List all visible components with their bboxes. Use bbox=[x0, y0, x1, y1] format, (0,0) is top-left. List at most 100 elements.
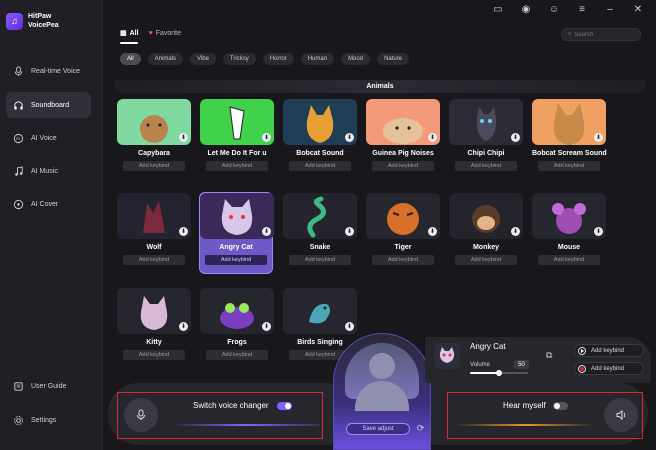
headphones-icon bbox=[13, 100, 24, 111]
loop-icon[interactable]: ⧉ bbox=[546, 350, 557, 361]
sound-card[interactable]: ⬇ Monkey Add keybind bbox=[449, 193, 523, 265]
sidebar-item-realtime-voice[interactable]: Real-time Voice bbox=[6, 58, 91, 84]
sound-card[interactable]: ⬇ Let Me Do It For u Add keybind bbox=[200, 99, 274, 171]
download-icon[interactable]: ⬇ bbox=[345, 322, 354, 331]
download-icon[interactable]: ⬇ bbox=[262, 133, 271, 142]
volume-slider[interactable] bbox=[470, 370, 528, 376]
download-icon[interactable]: ⬇ bbox=[345, 227, 354, 236]
chip-human[interactable]: Human bbox=[300, 53, 335, 65]
sound-card[interactable]: ⬇ Chipi Chipi Add keybind bbox=[449, 99, 523, 171]
chip-mood[interactable]: Mood bbox=[341, 53, 371, 65]
tab-favorite[interactable]: ♥ Favorite bbox=[149, 29, 181, 37]
sound-thumbnail[interactable]: ⬇ bbox=[117, 288, 191, 334]
keybind-play-button[interactable]: Add keybind bbox=[574, 344, 644, 357]
add-keybind-button[interactable]: Add keybind bbox=[455, 161, 517, 171]
chip-all[interactable]: All bbox=[120, 53, 141, 65]
sound-thumbnail[interactable]: ⬇ bbox=[200, 193, 274, 239]
download-icon[interactable]: ⬇ bbox=[179, 322, 188, 331]
save-adjust-button[interactable]: Save adjust bbox=[346, 423, 410, 435]
chip-horror[interactable]: Horror bbox=[262, 53, 294, 65]
sound-card[interactable]: ⬇ Frogs Add keybind bbox=[200, 288, 274, 360]
sound-thumbnail[interactable]: ⬇ bbox=[200, 99, 274, 145]
download-icon[interactable]: ⬇ bbox=[179, 227, 188, 236]
add-keybind-button[interactable]: Add keybind bbox=[123, 161, 185, 171]
sidebar-item-ai-voice[interactable]: AI AI Voice bbox=[6, 125, 91, 151]
gear-icon bbox=[13, 415, 24, 426]
sound-thumbnail[interactable]: ⬇ bbox=[283, 288, 357, 334]
chip-vibe[interactable]: Vibe bbox=[190, 53, 216, 65]
sound-thumbnail[interactable]: ⬇ bbox=[283, 99, 357, 145]
sound-name: Mouse bbox=[557, 244, 581, 251]
download-icon[interactable]: ⬇ bbox=[179, 133, 188, 142]
sidebar-item-ai-music[interactable]: AI Music bbox=[6, 158, 91, 184]
sound-thumbnail[interactable]: ⬇ bbox=[117, 99, 191, 145]
add-keybind-button[interactable]: Add keybind bbox=[205, 255, 267, 265]
sound-thumbnail[interactable]: ⬇ bbox=[532, 99, 606, 145]
sound-thumbnail[interactable]: ⬇ bbox=[366, 99, 440, 145]
refresh-icon[interactable]: ⟳ bbox=[415, 423, 426, 434]
sound-thumbnail[interactable]: ⬇ bbox=[532, 193, 606, 239]
volume-knob[interactable] bbox=[496, 370, 502, 376]
tab-all[interactable]: ▦ All bbox=[120, 29, 139, 38]
sound-thumbnail[interactable]: ⬇ bbox=[449, 99, 523, 145]
chip-tricksy[interactable]: Tricksy bbox=[222, 53, 256, 65]
menu-icon[interactable]: ≡ bbox=[576, 3, 588, 15]
sidebar-item-settings[interactable]: Settings bbox=[6, 407, 91, 433]
sound-card[interactable]: ⬇ Capybara Add keybind bbox=[117, 99, 191, 171]
close-icon[interactable]: ✕ bbox=[632, 3, 644, 15]
add-keybind-button[interactable]: Add keybind bbox=[538, 161, 600, 171]
chip-animals[interactable]: Animals bbox=[147, 53, 184, 65]
add-keybind-button[interactable]: Add keybind bbox=[289, 161, 351, 171]
sound-card[interactable]: ⬇ Tiger Add keybind bbox=[366, 193, 440, 265]
minimize-icon[interactable]: – bbox=[604, 3, 616, 15]
add-keybind-button[interactable]: Add keybind bbox=[123, 350, 185, 360]
sidebar-item-ai-cover[interactable]: AI Cover bbox=[6, 191, 91, 217]
sound-name: Angry Cat bbox=[219, 244, 253, 251]
sound-card[interactable]: ⬇ Kitty Add keybind bbox=[117, 288, 191, 360]
section-title: Animals bbox=[115, 80, 645, 93]
sidebar-item-label: AI Music bbox=[31, 167, 58, 175]
add-keybind-button[interactable]: Add keybind bbox=[455, 255, 517, 265]
add-keybind-button[interactable]: Add keybind bbox=[206, 161, 268, 171]
download-icon[interactable]: ⬇ bbox=[511, 133, 520, 142]
sound-card[interactable]: ⬇ Mouse Add keybind bbox=[532, 193, 606, 265]
download-icon[interactable]: ⬇ bbox=[262, 227, 271, 236]
sound-thumbnail[interactable]: ⬇ bbox=[117, 193, 191, 239]
add-keybind-button[interactable]: Add keybind bbox=[538, 255, 600, 265]
sound-thumbnail[interactable]: ⬇ bbox=[449, 193, 523, 239]
add-keybind-button[interactable]: Add keybind bbox=[372, 255, 434, 265]
chip-nature[interactable]: Nature bbox=[377, 53, 410, 65]
sound-card[interactable]: ⬇ Wolf Add keybind bbox=[117, 193, 191, 265]
keybind-stop-button[interactable]: Add keybind bbox=[574, 362, 644, 375]
add-keybind-button[interactable]: Add keybind bbox=[372, 161, 434, 171]
sound-card[interactable]: ⬇ Guinea Pig Noises Add keybind bbox=[366, 99, 440, 171]
add-keybind-button[interactable]: Add keybind bbox=[206, 350, 268, 360]
sound-name: Wolf bbox=[146, 244, 162, 251]
download-icon[interactable]: ⬇ bbox=[345, 133, 354, 142]
sound-card[interactable]: ⬇ Angry Cat Add keybind bbox=[199, 192, 274, 274]
download-icon[interactable]: ⬇ bbox=[428, 133, 437, 142]
sidebar-item-user-guide[interactable]: User Guide bbox=[6, 373, 91, 399]
app-window: ♫ HitPaw VoicePea Real-time Voice Soundb… bbox=[0, 0, 656, 450]
download-icon[interactable]: ⬇ bbox=[511, 227, 520, 236]
sound-thumbnail[interactable]: ⬇ bbox=[200, 288, 274, 334]
sound-card[interactable]: ⬇ Snake Add keybind bbox=[283, 193, 357, 265]
sound-card[interactable]: ⬇ Bobcat Scream Sound Add keybind bbox=[532, 99, 607, 171]
search-box[interactable]: ⌕ bbox=[561, 28, 641, 41]
window-controls: ▭ ◉ ☺ ≡ – ✕ bbox=[492, 3, 644, 15]
search-input[interactable] bbox=[574, 31, 635, 38]
sound-card[interactable]: ⬇ Bobcat Sound Add keybind bbox=[283, 99, 357, 171]
sidebar-item-soundboard[interactable]: Soundboard bbox=[6, 92, 91, 118]
sound-thumbnail[interactable]: ⬇ bbox=[283, 193, 357, 239]
guide-book-icon[interactable]: ▭ bbox=[492, 3, 504, 15]
discord-icon[interactable]: ◉ bbox=[520, 3, 532, 15]
download-icon[interactable]: ⬇ bbox=[594, 227, 603, 236]
sound-name: Snake bbox=[309, 244, 331, 251]
user-icon[interactable]: ☺ bbox=[548, 3, 560, 15]
download-icon[interactable]: ⬇ bbox=[594, 133, 603, 142]
download-icon[interactable]: ⬇ bbox=[428, 227, 437, 236]
download-icon[interactable]: ⬇ bbox=[262, 322, 271, 331]
add-keybind-button[interactable]: Add keybind bbox=[289, 255, 351, 265]
sound-thumbnail[interactable]: ⬇ bbox=[366, 193, 440, 239]
add-keybind-button[interactable]: Add keybind bbox=[123, 255, 185, 265]
